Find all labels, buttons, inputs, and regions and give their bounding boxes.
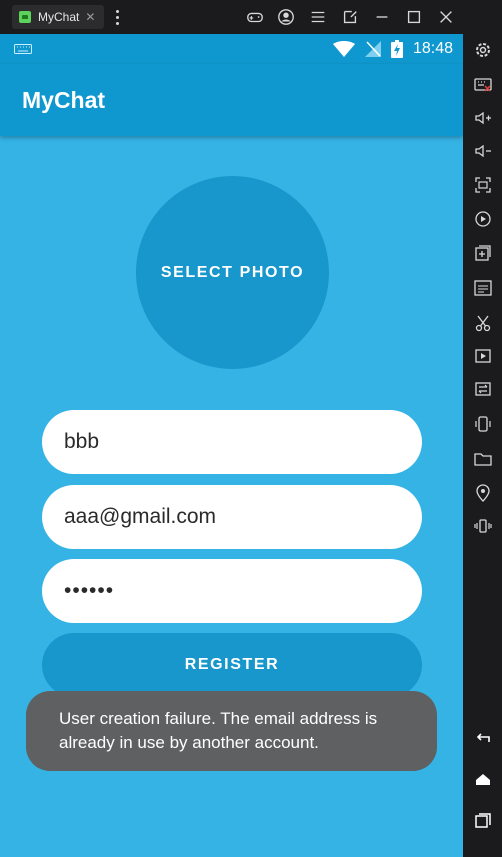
scissors-icon[interactable] — [472, 312, 494, 334]
email-field[interactable]: aaa@gmail.com — [42, 485, 422, 549]
gamepad-icon[interactable] — [244, 6, 266, 28]
emulator-titlebar: MyChat ✕ — [0, 0, 502, 34]
register-button[interactable]: REGISTER — [42, 633, 422, 697]
folder-icon[interactable] — [472, 448, 494, 470]
more-options-icon[interactable] — [112, 6, 122, 28]
recent-apps-icon[interactable] — [472, 809, 494, 831]
password-field[interactable]: •••••• — [42, 559, 422, 623]
location-pin-icon[interactable] — [472, 482, 494, 504]
emulator-sidebar — [463, 0, 502, 857]
no-signal-icon — [364, 41, 381, 57]
back-icon[interactable] — [472, 727, 494, 749]
home-icon[interactable] — [472, 768, 494, 790]
app-bar: MyChat — [0, 64, 463, 136]
volume-up-icon[interactable] — [472, 107, 494, 129]
install-apk-icon[interactable] — [472, 277, 494, 299]
shake-icon[interactable] — [472, 413, 494, 435]
tab-label: MyChat — [38, 10, 80, 24]
error-toast: User creation failure. The email address… — [26, 691, 437, 771]
close-window-icon[interactable] — [435, 6, 457, 28]
keyboard-mapping-icon[interactable] — [472, 74, 494, 96]
android-app-icon — [19, 11, 31, 23]
record-icon[interactable] — [472, 208, 494, 230]
menu-icon[interactable] — [307, 6, 329, 28]
app-title: MyChat — [22, 87, 106, 113]
select-photo-button[interactable]: SELECT PHOTO — [136, 176, 329, 369]
battery-charging-icon — [390, 40, 403, 58]
maximize-icon[interactable] — [403, 6, 425, 28]
media-player-icon[interactable] — [472, 345, 494, 367]
vibrate-icon[interactable] — [472, 515, 494, 537]
expand-window-icon[interactable] — [339, 6, 361, 28]
volume-down-icon[interactable] — [472, 140, 494, 162]
tab-close-icon[interactable]: ✕ — [85, 10, 95, 24]
minimize-icon[interactable] — [371, 6, 393, 28]
app-tab[interactable]: MyChat ✕ — [12, 5, 104, 29]
account-icon[interactable] — [275, 6, 297, 28]
status-time: 18:48 — [412, 40, 453, 57]
settings-gear-icon[interactable] — [472, 39, 494, 61]
sync-icon[interactable] — [472, 378, 494, 400]
add-window-icon[interactable] — [472, 242, 494, 264]
android-screen: 18:48 MyChat SELECT PHOTO bbb aaa@gmail.… — [0, 34, 463, 857]
keyboard-icon — [14, 44, 32, 54]
status-bar: 18:48 — [0, 34, 463, 64]
name-field[interactable]: bbb — [42, 410, 422, 474]
wifi-icon — [332, 41, 355, 57]
fullscreen-icon[interactable] — [472, 174, 494, 196]
